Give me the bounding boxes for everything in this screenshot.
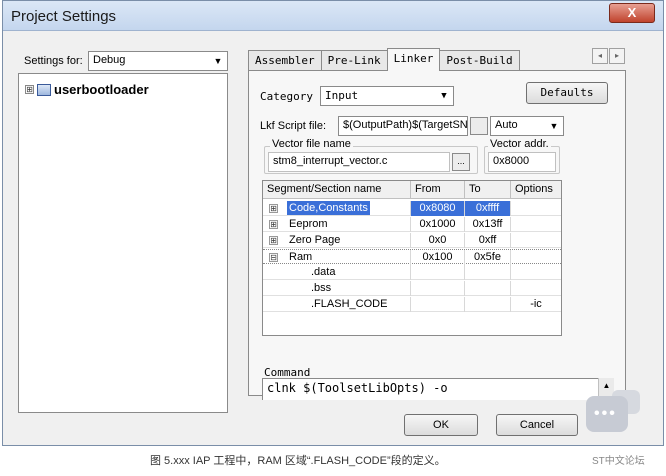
segment-from: 0x0 [411,233,465,248]
segment-options [511,250,561,265]
segment-name: .FLASH_CODE [311,298,388,310]
segment-from [411,281,465,296]
ok-button[interactable]: OK [404,414,478,436]
segment-to: 0x5fe [465,250,511,265]
lkf-script-field[interactable]: $(OutputPath)$(TargetSName [338,116,468,136]
table-row[interactable]: .data [263,265,561,280]
segment-name: Zero Page [289,234,341,246]
segment-to: 0xffff [465,201,511,216]
category-dropdown[interactable]: Input ▼ [320,86,454,106]
settings-tabs: Assembler Pre-Link Linker Post-Build [248,48,520,71]
segment-options [511,201,561,216]
expand-icon[interactable]: ⊞ [25,85,34,94]
segment-options [511,281,561,296]
segment-to [465,265,511,280]
chevron-down-icon: ▼ [441,91,447,101]
category-label: Category [260,90,313,103]
defaults-button[interactable]: Defaults [526,82,608,104]
cancel-button[interactable]: Cancel [496,414,578,436]
figure-caption: 图 5.xxx IAP 工程中，RAM 区域“.FLASH_CODE”段的定义。 [150,455,446,467]
project-tree[interactable]: ⊞ userbootloader [18,73,228,413]
lkf-browse-button[interactable] [470,117,488,135]
segment-to [465,297,511,312]
segment-table-header: Segment/Section name From To Options [263,181,561,199]
segment-to: 0xff [465,233,511,248]
chevron-down-icon: ▼ [213,56,223,66]
segment-from [411,297,465,312]
segment-options [511,233,561,248]
watermark: ST中文论坛 [592,456,645,467]
category-value: Input [325,89,359,102]
chevron-down-icon: ▼ [549,121,559,131]
segment-from: 0x1000 [411,217,465,232]
column-header-from[interactable]: From [411,181,465,199]
expand-icon[interactable]: ⊞ [269,204,278,213]
tab-pre-link[interactable]: Pre-Link [320,50,388,70]
close-button[interactable]: X [609,3,655,23]
segment-name: .bss [311,282,332,294]
segment-name: Ram [289,251,313,263]
segment-from: 0x8080 [411,201,465,216]
settings-for-value: Debug [93,54,126,66]
segment-to [465,281,511,296]
segment-options [511,217,561,232]
column-header-options[interactable]: Options [511,181,561,199]
vector-file-label: Vector file name [270,138,353,150]
segment-options: -ic [530,298,542,310]
chat-bubble-icon: ••• [586,396,628,432]
table-row[interactable]: ⊞ Eeprom 0x1000 0x13ff [263,217,561,232]
lkf-script-label: Lkf Script file: [260,120,327,132]
table-row[interactable]: .bss [263,281,561,296]
tab-scroll-left-icon[interactable]: ◂ [592,48,608,64]
table-row[interactable]: ⊞ Zero Page 0x0 0xff [263,233,561,248]
title-bar: Project Settings X [3,1,663,31]
segment-from [411,265,465,280]
segment-name: Code,Constants [287,201,370,215]
table-row[interactable]: .FLASH_CODE -ic [263,297,561,312]
lkf-mode-value: Auto [495,119,518,131]
table-row[interactable]: ⊟ Ram 0x100 0x5fe [263,249,561,265]
vector-file-browse-button[interactable]: ... [452,153,470,171]
window-title: Project Settings [11,8,117,25]
expand-icon[interactable]: ⊞ [269,236,278,245]
vector-addr-input[interactable]: 0x8000 [488,152,556,172]
segment-name: Eeprom [289,218,328,230]
segment-name: .data [311,266,336,278]
segment-from: 0x100 [411,250,465,265]
lkf-mode-dropdown[interactable]: Auto ▼ [490,116,564,136]
command-textarea[interactable]: clnk $(ToolsetLibOpts) -o [262,378,614,400]
tree-item-userbootloader[interactable]: ⊞ userbootloader [25,82,149,97]
tree-item-label: userbootloader [54,82,149,97]
segment-table[interactable]: Segment/Section name From To Options ⊞ Co… [262,180,562,336]
tab-post-build[interactable]: Post-Build [439,50,520,70]
tab-linker[interactable]: Linker [386,48,441,71]
collapse-icon[interactable]: ⊟ [269,253,278,262]
expand-icon[interactable]: ⊞ [269,220,278,229]
segment-options [511,265,561,280]
segment-to: 0x13ff [465,217,511,232]
column-header-to[interactable]: To [465,181,511,199]
tab-assembler[interactable]: Assembler [248,50,322,70]
table-row[interactable]: ⊞ Code,Constants 0x8080 0xffff [263,201,561,216]
vector-file-input[interactable]: stm8_interrupt_vector.c [268,152,450,172]
column-header-segment[interactable]: Segment/Section name [263,181,411,199]
tab-scroll-right-icon[interactable]: ▸ [609,48,625,64]
vector-addr-label: Vector addr. [488,138,551,150]
settings-for-label: Settings for: [24,55,83,67]
settings-for-dropdown[interactable]: Debug ▼ [88,51,228,71]
project-icon [37,83,51,96]
